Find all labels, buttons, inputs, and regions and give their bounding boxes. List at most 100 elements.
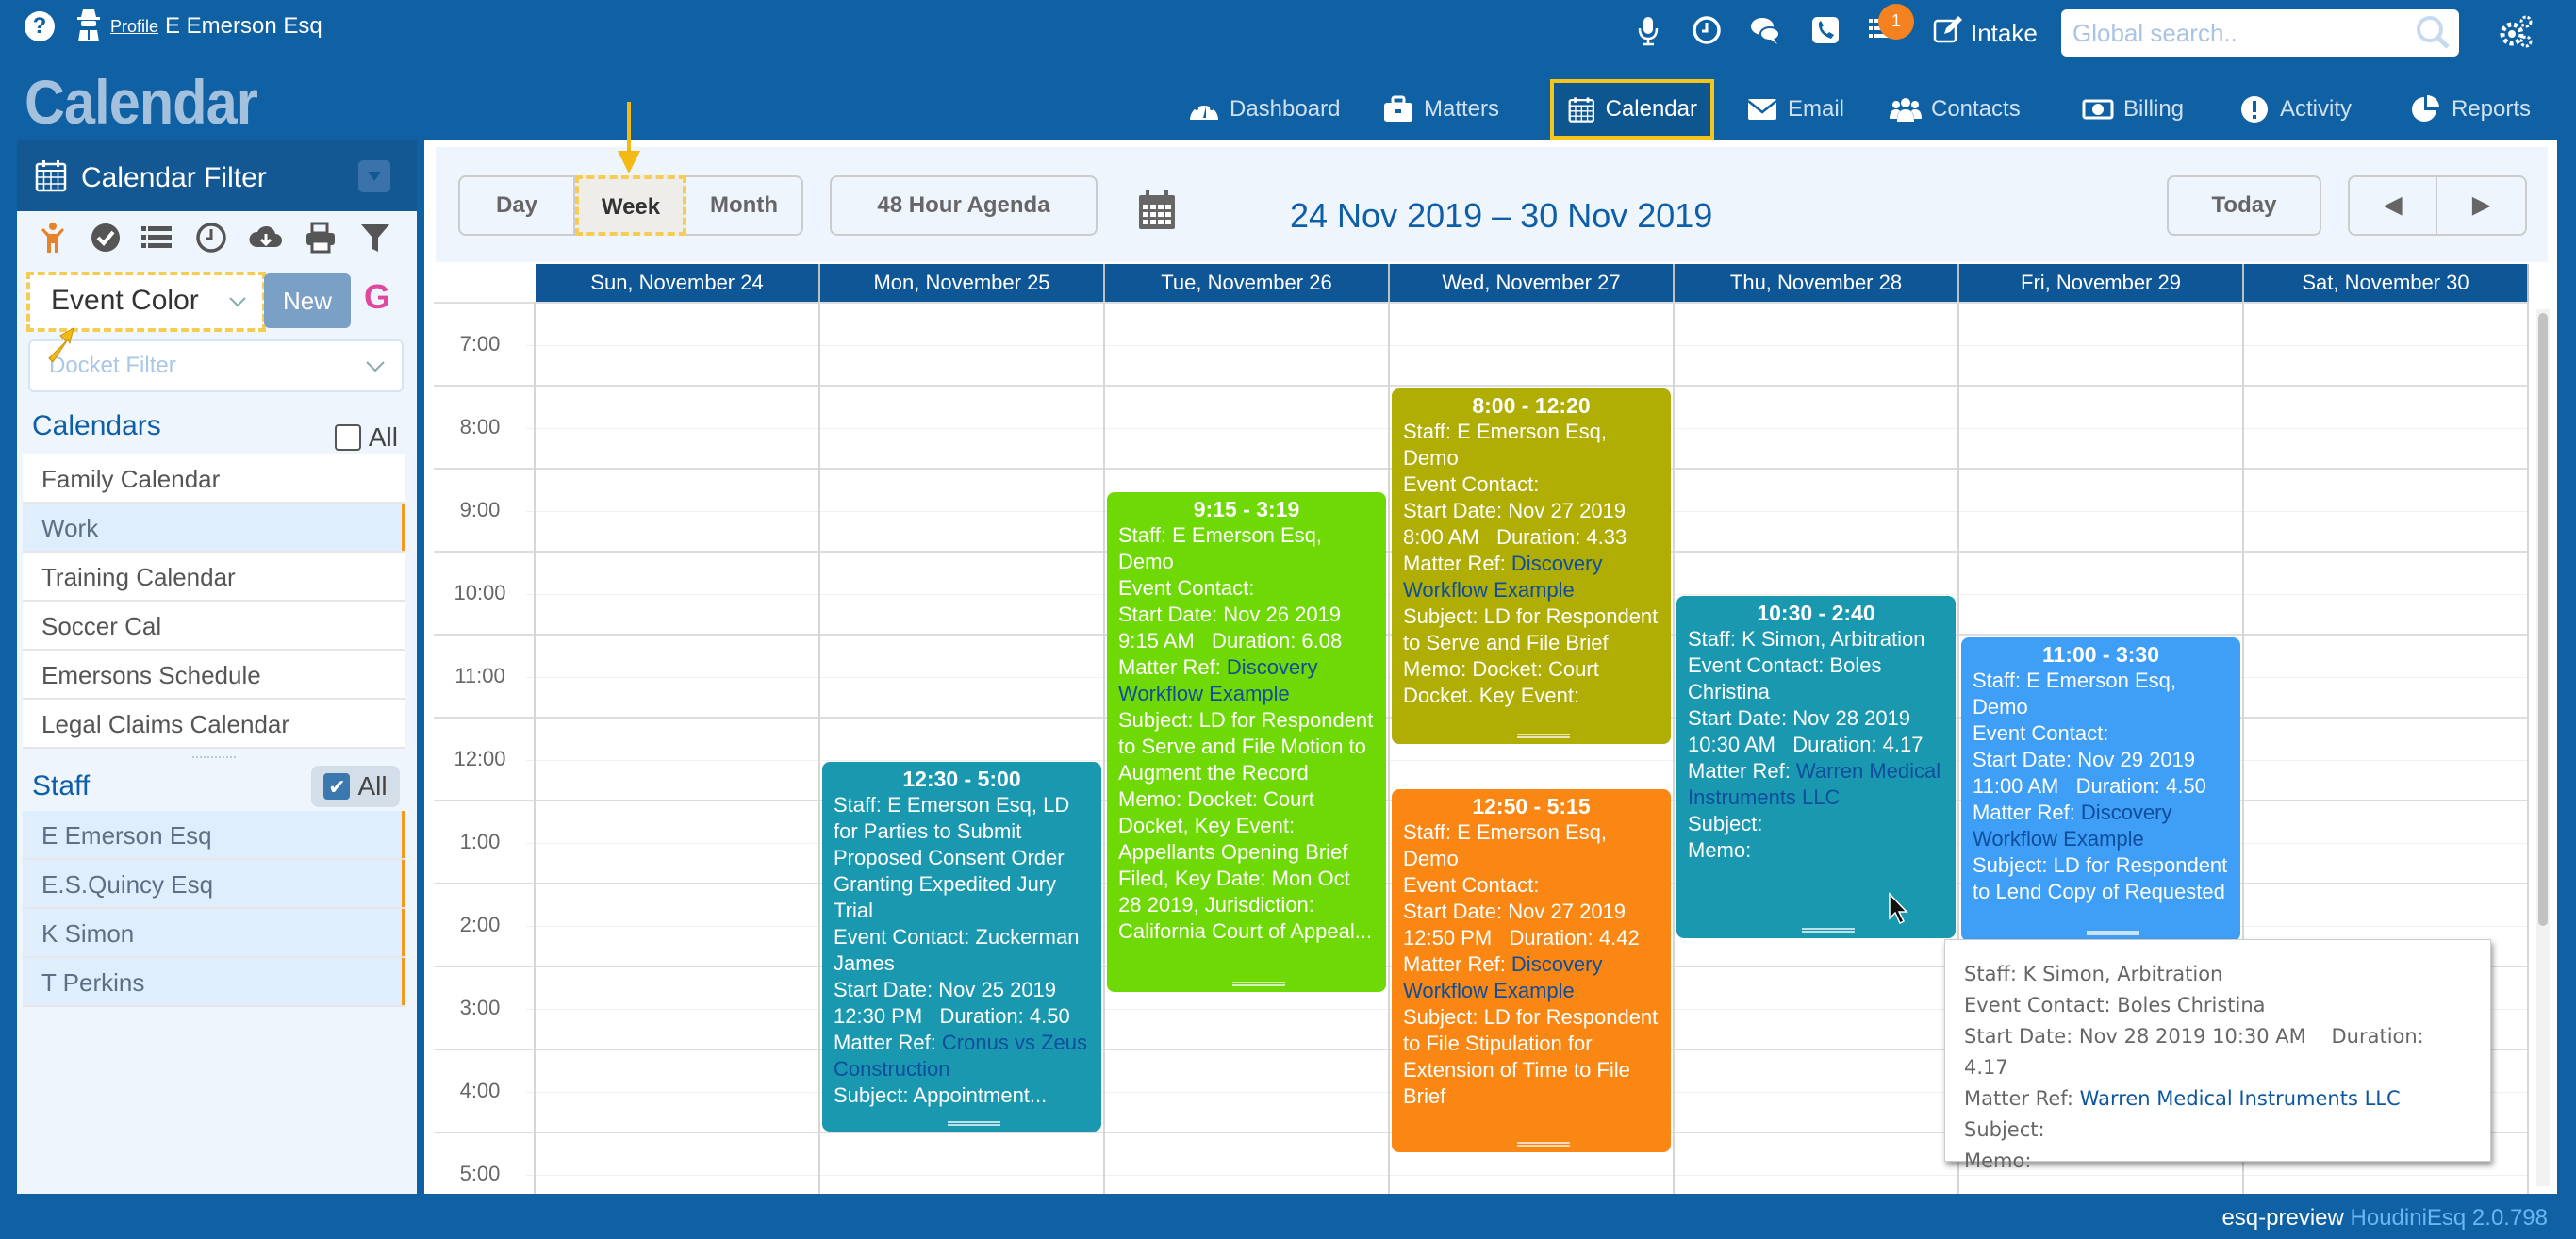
nav-label: Contacts xyxy=(1931,96,2021,122)
event-resize-handle[interactable] xyxy=(1802,927,1856,933)
tooltip-matter-link[interactable]: Warren Medical Instruments LLC xyxy=(2080,1087,2401,1110)
chat-icon[interactable] xyxy=(1748,13,1782,47)
tooltip-start: Start Date: Nov 28 2019 10:30 AM Duratio… xyxy=(1964,1025,2424,1079)
checkbox-checked-icon[interactable]: ✔ xyxy=(323,773,351,800)
week-view-button[interactable]: Week xyxy=(575,175,686,236)
event-matter-ref: Matter Ref: Discovery Workflow Example xyxy=(1403,551,1660,603)
edit-icon[interactable] xyxy=(1931,13,1965,47)
calendar-event[interactable]: 11:00 - 3:30 Staff: E Emerson Esq, Demo Ev… xyxy=(1961,637,2240,941)
staff-all-checkbox[interactable]: ✔ All xyxy=(311,766,400,807)
event-color-value: Event Color xyxy=(51,285,199,316)
check-circle-icon[interactable] xyxy=(89,221,123,255)
event-resize-handle[interactable] xyxy=(948,1121,1001,1126)
calendar-event[interactable]: 8:00 - 12:20 Staff: E Emerson Esq, Demo Ev… xyxy=(1392,388,1671,745)
spy-profile-icon[interactable] xyxy=(75,8,102,41)
staff-item[interactable]: K Simon xyxy=(23,909,405,958)
calendar-item[interactable]: Soccer Cal xyxy=(23,602,405,651)
event-detail-line: Subject: xyxy=(1688,812,1763,835)
nav-contacts[interactable]: Contacts xyxy=(1876,79,2034,140)
event-time: 12:30 - 5:00 xyxy=(902,767,1021,791)
google-icon[interactable]: G xyxy=(364,277,390,317)
day-header[interactable]: Mon, November 25 xyxy=(820,264,1105,302)
annotation-arrow-icon xyxy=(618,102,640,173)
calendar-item[interactable]: Emersons Schedule xyxy=(23,651,405,700)
event-detail-line: Subject: LD for Respondent to Lend Copy … xyxy=(1973,853,2228,903)
clock-icon[interactable] xyxy=(194,221,228,255)
settings-gear-icon[interactable] xyxy=(2497,13,2535,51)
calendar-item[interactable]: Family Calendar xyxy=(23,454,405,504)
previous-week-button[interactable]: ◀ xyxy=(2348,175,2438,236)
filter-icon[interactable] xyxy=(358,221,392,255)
date-picker-calendar-icon[interactable] xyxy=(1135,189,1179,232)
day-header[interactable]: Tue, November 26 xyxy=(1105,264,1390,302)
event-resize-handle[interactable] xyxy=(1517,1141,1571,1147)
nav-matters[interactable]: Matters xyxy=(1369,79,1512,140)
cloud-download-icon[interactable] xyxy=(249,221,283,255)
phone-icon[interactable] xyxy=(1808,13,1842,47)
month-view-button[interactable]: Month xyxy=(686,175,803,236)
clock-icon[interactable] xyxy=(1690,13,1724,47)
event-resize-handle[interactable] xyxy=(2087,930,2140,935)
intake-link[interactable]: Intake xyxy=(1971,19,2038,48)
day-header[interactable]: Fri, November 29 xyxy=(1959,264,2244,302)
calendar-item[interactable]: Legal Claims Calendar xyxy=(23,700,405,749)
notification-badge[interactable]: 1 xyxy=(1878,4,1914,40)
next-week-button[interactable]: ▶ xyxy=(2436,175,2527,236)
event-detail-line: Event Contact: Boles Christina xyxy=(1688,653,1882,703)
calendar-event[interactable]: 12:30 - 5:00 Staff: E Emerson Esq, LD for… xyxy=(822,762,1101,1132)
tooltip-matter: Matter Ref: Warren Medical Instruments L… xyxy=(1964,1083,2471,1115)
event-resize-handle[interactable] xyxy=(1232,982,1286,987)
48-hour-agenda-button[interactable]: 48 Hour Agenda xyxy=(830,175,1098,236)
event-detail-line: Staff: E Emerson Esq, Demo xyxy=(1403,820,1608,871)
nav-activity[interactable]: Activity xyxy=(2225,79,2365,140)
footer-version: esq-preview HoudiniEsq 2.0.798 xyxy=(2221,1205,2548,1231)
event-detail-line: Start Date: Nov 29 2019 11:00 AM Duratio… xyxy=(1973,748,2206,798)
event-resize-handle[interactable] xyxy=(1517,734,1571,739)
staff-item[interactable]: T Perkins xyxy=(23,958,405,1007)
search-icon[interactable] xyxy=(2414,13,2452,51)
calendar-event[interactable]: 12:50 - 5:15 Staff: E Emerson Esq, Demo Ev… xyxy=(1392,789,1671,1152)
new-event-button[interactable]: New xyxy=(264,273,351,328)
nav-calendar[interactable]: Calendar xyxy=(1550,79,1714,140)
calendar-event[interactable]: 9:15 - 3:19 Staff: E Emerson Esq, Demo Eve… xyxy=(1107,492,1386,993)
person-icon[interactable] xyxy=(36,221,70,255)
docket-filter-select[interactable]: Docket Filter xyxy=(28,339,404,392)
day-header[interactable]: Sat, November 30 xyxy=(2244,264,2529,302)
calendars-section-header: Calendars All xyxy=(23,400,405,453)
day-view-button[interactable]: Day xyxy=(458,175,575,236)
day-header[interactable]: Thu, November 28 xyxy=(1675,264,1959,302)
event-detail-line: Staff: E Emerson Esq, Demo xyxy=(1403,420,1608,470)
staff-item[interactable]: E Emerson Esq xyxy=(23,811,405,860)
grid-scrollbar[interactable] xyxy=(2536,309,2550,1186)
scrollbar-thumb[interactable] xyxy=(2538,313,2548,926)
dashboard-icon xyxy=(1190,101,1218,120)
nav-email[interactable]: Email xyxy=(1733,79,1858,140)
calendar-item[interactable]: Training Calendar xyxy=(23,553,405,602)
global-search-input[interactable] xyxy=(2061,9,2459,57)
nav-reports[interactable]: Reports xyxy=(2397,79,2544,140)
resize-handle[interactable] xyxy=(192,756,236,760)
pie-chart-icon xyxy=(2412,95,2439,122)
day-header[interactable]: Wed, November 27 xyxy=(1390,264,1675,302)
calendar-event[interactable]: 10:30 - 2:40 Staff: K Simon, Arbitration E… xyxy=(1676,596,1956,938)
checkbox-unchecked[interactable] xyxy=(334,424,361,451)
event-detail-line: Memo: Docket: Court Docket, Key Event: A… xyxy=(1118,787,1373,943)
day-header[interactable]: Sun, November 24 xyxy=(536,264,820,302)
microphone-icon[interactable] xyxy=(1631,13,1665,47)
profile-link[interactable]: Profile xyxy=(110,17,158,37)
hour-label: 7:00 xyxy=(459,332,501,355)
collapse-panel-button[interactable] xyxy=(358,160,390,192)
nav-dashboard[interactable]: Dashboard xyxy=(1175,79,1353,140)
staff-item[interactable]: E.S.Quincy Esq xyxy=(23,860,405,909)
calendar-item[interactable]: Work xyxy=(23,504,405,553)
list-icon[interactable] xyxy=(140,221,173,255)
day-column-divider xyxy=(2527,302,2529,1194)
print-icon[interactable] xyxy=(304,221,338,255)
envelope-icon xyxy=(1747,99,1777,120)
hour-label: 1:00 xyxy=(459,830,501,853)
today-button[interactable]: Today xyxy=(2167,175,2321,236)
event-detail-line: Memo: xyxy=(1688,838,1752,862)
money-icon xyxy=(2082,99,2114,120)
help-icon[interactable]: ? xyxy=(25,11,55,41)
nav-billing[interactable]: Billing xyxy=(2069,79,2197,140)
